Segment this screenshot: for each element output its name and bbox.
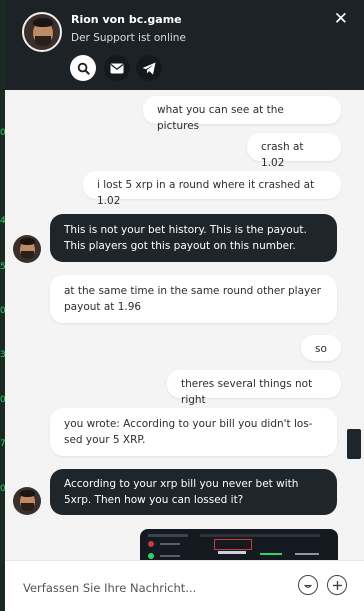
attach-button[interactable] [327, 575, 347, 595]
scrollbar-thumb[interactable] [347, 429, 361, 459]
plus-icon [332, 580, 342, 590]
search-button[interactable] [70, 55, 96, 81]
online-status: Der Support ist online [71, 32, 186, 44]
message-composer [5, 560, 364, 611]
agent-message: According to your xrp bill you never bet… [50, 469, 337, 515]
email-button[interactable] [104, 55, 130, 81]
user-message: theres several things not right [167, 370, 341, 406]
agent-message: This is not your bet history. This is th… [50, 214, 337, 262]
message-input[interactable] [21, 576, 285, 600]
user-message: so [301, 335, 341, 361]
agent-avatar-small [13, 235, 41, 263]
chat-header: Rion von bc.game Der Support ist online … [5, 0, 364, 90]
user-message: at the same time in the same round other… [50, 275, 337, 323]
message-list[interactable]: what you can see at the pictures crash a… [5, 90, 364, 560]
user-message: you wrote: According to your bill you di… [50, 408, 337, 456]
emoji-button[interactable] [298, 575, 318, 595]
user-message: what you can see at the pictures [143, 96, 341, 132]
close-icon[interactable]: ✕ [334, 11, 348, 28]
support-chat-widget: Rion von bc.game Der Support ist online … [5, 0, 364, 611]
emoji-icon [304, 584, 312, 588]
screenshot-attachment[interactable] [140, 529, 338, 560]
chat-title: Rion von bc.game [71, 13, 182, 26]
telegram-button[interactable] [136, 55, 162, 81]
search-icon [77, 62, 90, 75]
user-message: i lost 5 xrp in a round where it crashed… [83, 171, 341, 207]
agent-avatar [22, 12, 62, 52]
agent-avatar-small [13, 487, 41, 515]
user-message: crash at 1.02 [247, 133, 341, 169]
mail-icon [110, 63, 124, 73]
telegram-icon [142, 62, 156, 74]
